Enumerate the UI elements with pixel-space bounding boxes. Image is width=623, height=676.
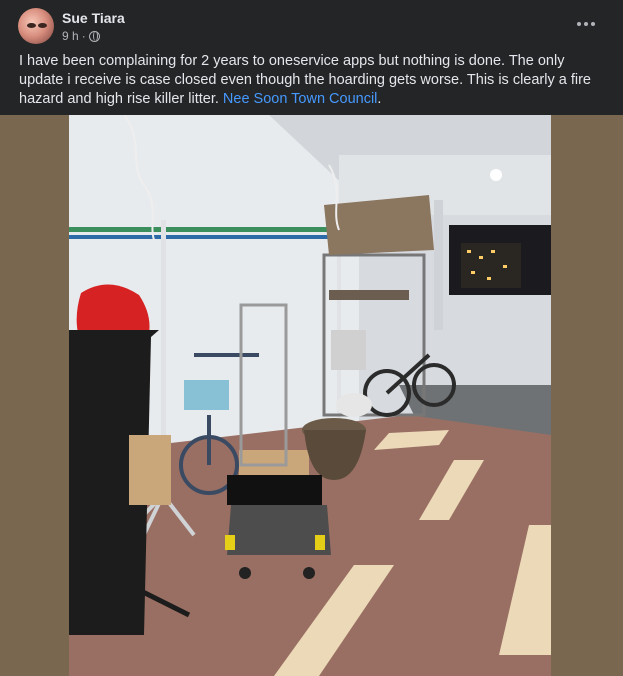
- stacked-boards: [324, 195, 434, 255]
- drain-pipe: [434, 200, 443, 330]
- post-text-end: .: [377, 91, 382, 107]
- post-time[interactable]: 9 h: [62, 29, 79, 43]
- post-meta: 9 h ·: [62, 29, 100, 43]
- shelf-items: [329, 290, 409, 300]
- post-header: Sue Tiara 9 h ·: [0, 0, 623, 50]
- more-dot: [591, 22, 595, 26]
- drying-pole: [69, 227, 339, 232]
- trolley-handle: [227, 475, 322, 505]
- avatar-eye-right: [38, 23, 47, 28]
- cardboard-box: [129, 435, 171, 505]
- trolley-wheel: [303, 567, 315, 579]
- corridor-illustration: [69, 115, 551, 676]
- photo-frame[interactable]: [0, 115, 623, 676]
- drying-pole-blue: [69, 235, 339, 239]
- bicycle-basket: [184, 380, 229, 410]
- avatar-eye-left: [27, 23, 36, 28]
- white-cabinet: [331, 330, 366, 370]
- distant-building: [461, 243, 521, 288]
- trolley-wheel: [239, 567, 251, 579]
- meta-separator: ·: [81, 29, 86, 43]
- facebook-post: Sue Tiara 9 h · I have been complaining …: [0, 0, 623, 676]
- more-dot: [584, 22, 588, 26]
- trolley-bumper-right: [315, 535, 325, 550]
- more-dot: [577, 22, 581, 26]
- white-plastic-bag: [336, 393, 372, 417]
- pole-stand-right: [337, 230, 341, 420]
- trolley-bumper-left: [225, 535, 235, 550]
- author-name[interactable]: Sue Tiara: [62, 10, 125, 26]
- author-avatar[interactable]: [18, 8, 54, 44]
- globe-icon[interactable]: [88, 30, 100, 42]
- mention-link[interactable]: Nee Soon Town Council: [223, 91, 378, 107]
- corridor-photo[interactable]: [69, 115, 551, 676]
- more-options-icon[interactable]: [574, 14, 598, 34]
- post-text: I have been complaining for 2 years to o…: [19, 52, 605, 109]
- ceiling-light-icon: [490, 169, 502, 181]
